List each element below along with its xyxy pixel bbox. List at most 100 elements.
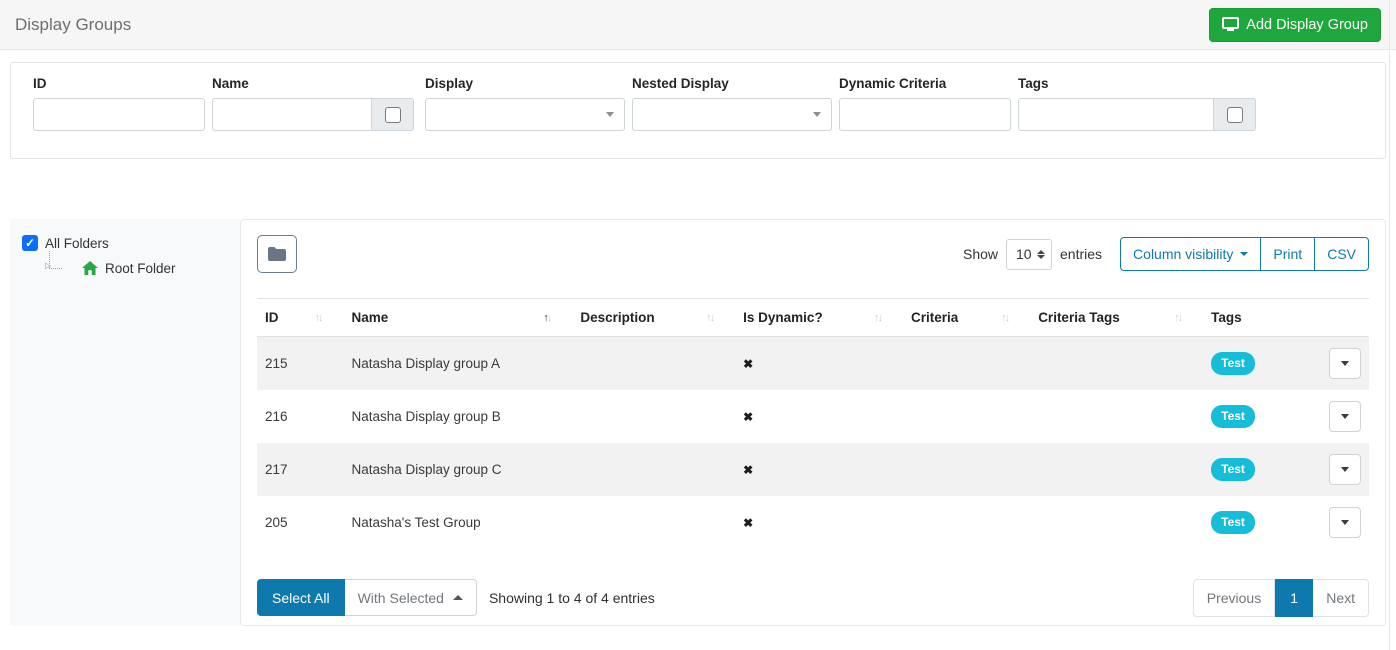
cell-criteria bbox=[903, 443, 1030, 496]
cell-is-dynamic: ✖ bbox=[735, 337, 903, 390]
cell-criteria bbox=[903, 496, 1030, 549]
column-header-id[interactable]: ID ↑↓ bbox=[257, 298, 344, 337]
page-right-divider bbox=[1389, 0, 1390, 650]
sort-icon: ↑↓ bbox=[1174, 311, 1183, 324]
cell-actions bbox=[1320, 443, 1369, 496]
cross-icon: ✖ bbox=[743, 356, 754, 371]
table-header-row: ID ↑↓ Name ↑↓ Description ↑↓ Is Dynamic?… bbox=[257, 298, 1369, 337]
with-selected-label: With Selected bbox=[357, 589, 444, 606]
filter-display-select[interactable] bbox=[425, 98, 625, 131]
table-row[interactable]: 205 Natasha's Test Group ✖ Test bbox=[257, 495, 1369, 549]
cross-icon: ✖ bbox=[743, 515, 754, 530]
top-bar: Display Groups Add Display Group bbox=[0, 0, 1396, 50]
pagination-previous-button[interactable]: Previous bbox=[1192, 578, 1276, 617]
pagination-page-1-button[interactable]: 1 bbox=[1275, 578, 1314, 617]
cell-name: Natasha Display group B bbox=[351, 408, 501, 424]
cell-name: Natasha Display group C bbox=[351, 461, 502, 477]
filter-id-label: ID bbox=[33, 76, 47, 91]
folder-icon bbox=[268, 247, 286, 261]
print-button[interactable]: Print bbox=[1261, 237, 1316, 271]
filter-tags-exact-checkbox[interactable] bbox=[1226, 106, 1243, 123]
add-display-group-button[interactable]: Add Display Group bbox=[1209, 7, 1381, 42]
folder-tree-toggle-button[interactable] bbox=[257, 235, 297, 273]
filter-id-input[interactable] bbox=[33, 98, 205, 131]
page-size-select[interactable]: 10 bbox=[1006, 238, 1053, 270]
row-menu-button[interactable] bbox=[1329, 400, 1361, 432]
show-label: Show bbox=[962, 246, 999, 262]
filter-name-regex-checkbox[interactable] bbox=[384, 106, 401, 123]
cell-tags: Test bbox=[1203, 496, 1320, 549]
caret-down-icon bbox=[1341, 413, 1349, 419]
row-menu-button[interactable] bbox=[1329, 453, 1361, 485]
cell-description bbox=[572, 496, 735, 549]
caret-up-icon bbox=[452, 595, 463, 600]
tag-badge: Test bbox=[1211, 404, 1255, 428]
column-visibility-button[interactable]: Column visibility bbox=[1120, 237, 1262, 271]
filter-tags-input[interactable] bbox=[1018, 98, 1214, 131]
column-header-name[interactable]: Name ↑↓ bbox=[343, 298, 573, 337]
with-selected-button[interactable]: With Selected bbox=[344, 579, 477, 616]
entries-label: entries bbox=[1060, 246, 1103, 262]
filter-name-input[interactable] bbox=[212, 98, 372, 131]
display-monitor-icon bbox=[1222, 17, 1240, 32]
cell-id: 217 bbox=[265, 461, 288, 477]
add-display-group-label: Add Display Group bbox=[1246, 16, 1368, 33]
column-header-is-dynamic[interactable]: Is Dynamic? ↑↓ bbox=[735, 298, 904, 337]
tag-badge: Test bbox=[1211, 510, 1255, 534]
root-folder-label: Root Folder bbox=[105, 260, 176, 276]
caret-down-icon bbox=[1240, 252, 1249, 256]
folders-pane: ✓ All Folders ▷ Root Folder bbox=[10, 219, 240, 626]
column-header-criteria-tags[interactable]: Criteria Tags ↑↓ bbox=[1030, 298, 1204, 337]
caret-down-icon bbox=[1341, 466, 1349, 472]
row-menu-button[interactable] bbox=[1329, 347, 1361, 379]
display-groups-table: ID ↑↓ Name ↑↓ Description ↑↓ Is Dynamic?… bbox=[257, 298, 1369, 549]
spinner-icon bbox=[1037, 249, 1046, 259]
pagination-next-button[interactable]: Next bbox=[1313, 578, 1369, 617]
sort-icon: ↑↓ bbox=[706, 311, 715, 324]
showing-entries-text: Showing 1 to 4 of 4 entries bbox=[488, 589, 655, 606]
cell-actions bbox=[1320, 390, 1369, 443]
select-all-button[interactable]: Select All bbox=[257, 579, 345, 616]
cell-id: 216 bbox=[265, 408, 288, 424]
filter-dynamic-criteria-input[interactable] bbox=[839, 98, 1011, 131]
table-row[interactable]: 217 Natasha Display group C ✖ Test bbox=[257, 442, 1369, 496]
cell-actions bbox=[1320, 496, 1369, 549]
filter-panel: ID Name Display Nested Display Dynamic C… bbox=[10, 62, 1386, 159]
filter-nested-display-label: Nested Display bbox=[632, 76, 729, 91]
cell-is-dynamic: ✖ bbox=[735, 443, 903, 496]
column-header-criteria[interactable]: Criteria ↑↓ bbox=[903, 298, 1031, 337]
sort-icon-active: ↑↓ bbox=[543, 311, 552, 324]
cell-criteria-tags bbox=[1030, 337, 1203, 390]
column-header-tags[interactable]: Tags bbox=[1203, 298, 1321, 337]
table-row[interactable]: 215 Natasha Display group A ✖ Test bbox=[257, 336, 1369, 390]
page-title: Display Groups bbox=[15, 14, 132, 34]
filter-dynamic-criteria-label: Dynamic Criteria bbox=[839, 76, 947, 91]
filter-nested-display-select[interactable] bbox=[632, 98, 832, 131]
cell-id: 205 bbox=[265, 514, 288, 530]
display-groups-card: Show 10 entries Column visibility Print bbox=[240, 219, 1386, 626]
row-menu-button[interactable] bbox=[1329, 506, 1361, 538]
filter-name-regex-addon bbox=[372, 98, 414, 131]
home-icon bbox=[82, 261, 98, 275]
table-row[interactable]: 216 Natasha Display group B ✖ Test bbox=[257, 389, 1369, 443]
sort-icon: ↑↓ bbox=[874, 311, 883, 324]
column-header-description[interactable]: Description ↑↓ bbox=[572, 298, 736, 337]
column-header-actions bbox=[1320, 298, 1369, 337]
cross-icon: ✖ bbox=[743, 462, 754, 477]
all-folders-checkbox[interactable]: ✓ bbox=[22, 235, 38, 251]
cell-description bbox=[572, 390, 735, 443]
cell-criteria-tags bbox=[1030, 443, 1203, 496]
tree-expander-icon[interactable]: ▷ bbox=[45, 261, 51, 270]
cell-name: Natasha Display group A bbox=[351, 355, 501, 371]
filter-tags-label: Tags bbox=[1018, 76, 1049, 91]
chevron-down-icon bbox=[606, 112, 614, 117]
tag-badge: Test bbox=[1211, 351, 1255, 375]
filter-tags-exact-addon bbox=[1214, 98, 1256, 131]
cell-criteria bbox=[903, 337, 1030, 390]
tree-node-root-folder[interactable]: ▷ Root Folder bbox=[45, 251, 228, 278]
tag-badge: Test bbox=[1211, 457, 1255, 481]
filter-display-label: Display bbox=[425, 76, 474, 91]
cell-is-dynamic: ✖ bbox=[735, 390, 903, 443]
csv-button[interactable]: CSV bbox=[1315, 237, 1369, 271]
cross-icon: ✖ bbox=[743, 409, 754, 424]
